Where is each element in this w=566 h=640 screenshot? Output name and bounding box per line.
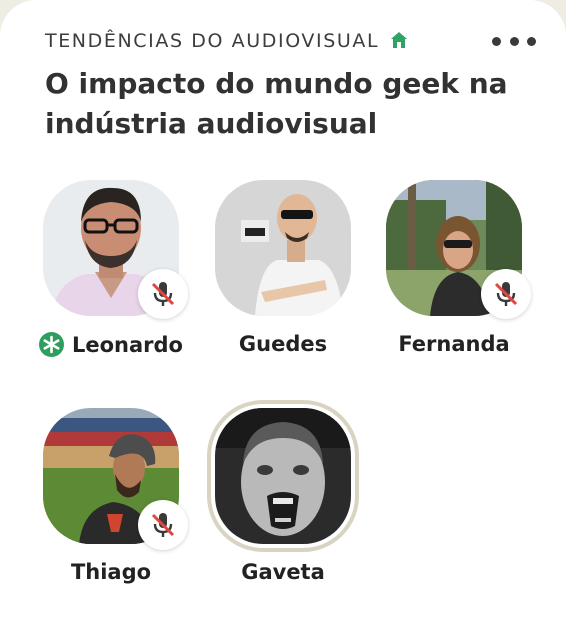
moderator-badge-icon (39, 332, 64, 357)
muted-mic-icon (138, 500, 188, 550)
dot (492, 36, 501, 46)
muted-mic-icon (481, 269, 531, 319)
speaker-name: Leonardo (11, 332, 211, 360)
avatar[interactable] (215, 408, 351, 544)
speaker-guedes[interactable]: Guedes (215, 180, 375, 380)
speaker-gaveta[interactable]: Gaveta (207, 400, 375, 608)
more-dots-icon[interactable] (492, 30, 536, 52)
room-title: O impacto do mundo geek na indústria aud… (45, 67, 508, 140)
speaker-name: Gaveta (241, 560, 325, 584)
dot (509, 36, 519, 46)
speaker-fernanda[interactable]: Fernanda (386, 180, 546, 380)
club-name[interactable]: TENDÊNCIAS DO AUDIOVISUAL (45, 30, 379, 52)
speaker-name: Thiago (70, 560, 152, 584)
club-header[interactable]: TENDÊNCIAS DO AUDIOVISUAL (45, 28, 465, 54)
speaker-leonardo[interactable]: Leonardo (39, 180, 203, 380)
room-card: TENDÊNCIAS DO AUDIOVISUAL O impacto do m… (0, 0, 566, 640)
dot (527, 36, 536, 46)
speaker-thiago[interactable]: Thiago (43, 408, 203, 608)
avatar[interactable] (215, 180, 351, 316)
muted-mic-icon (138, 269, 188, 319)
home-icon (389, 30, 409, 50)
speaker-name: Guedes (238, 332, 328, 356)
speaker-name: Fernanda (398, 332, 510, 356)
speaker-name-text: Leonardo (72, 333, 183, 357)
